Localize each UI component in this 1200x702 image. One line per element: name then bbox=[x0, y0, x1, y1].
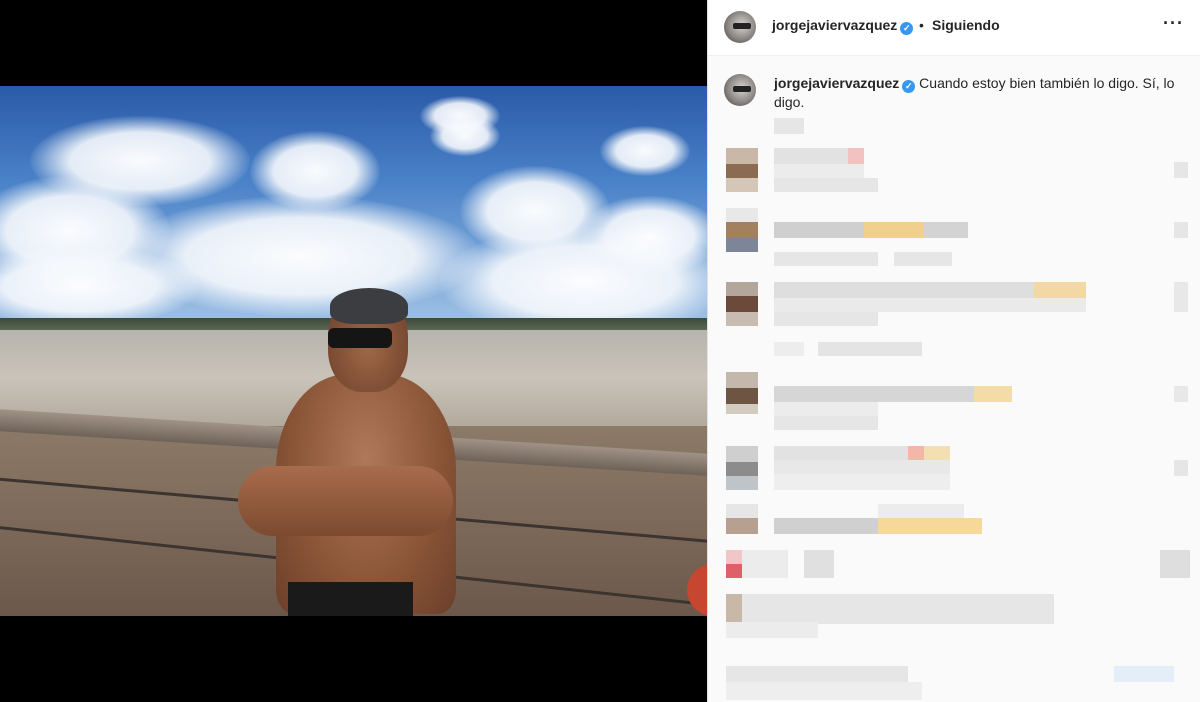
author-username[interactable]: jorgejavierv​azquez ✓ bbox=[772, 17, 914, 35]
caption-author-username[interactable]: jorgejavierv​azquez bbox=[774, 75, 899, 91]
post-header: jorgejavierv​azquez ✓ • Siguiendo ··· bbox=[708, 0, 1200, 56]
pixelated-comments bbox=[708, 110, 1200, 702]
more-options-icon[interactable]: ··· bbox=[1163, 13, 1184, 34]
post-photo bbox=[0, 86, 707, 616]
header-separator: • bbox=[919, 17, 924, 33]
caption-author-avatar[interactable] bbox=[724, 74, 756, 106]
post-side-panel: jorgejavierv​azquez ✓ • Siguiendo ··· jor… bbox=[707, 0, 1200, 702]
caption-verified-badge-icon: ✓ bbox=[902, 80, 916, 93]
caption-text-block: jorgejavierv​azquez ✓ Cuando estoy bien t… bbox=[774, 74, 1184, 111]
person-figure bbox=[238, 286, 456, 616]
author-avatar[interactable] bbox=[724, 11, 756, 43]
following-button[interactable]: Siguiendo bbox=[932, 17, 1000, 33]
author-username-label[interactable]: jorgejavierv​azquez bbox=[772, 17, 897, 33]
post-media[interactable] bbox=[0, 0, 707, 702]
verified-badge-icon: ✓ bbox=[900, 22, 914, 35]
